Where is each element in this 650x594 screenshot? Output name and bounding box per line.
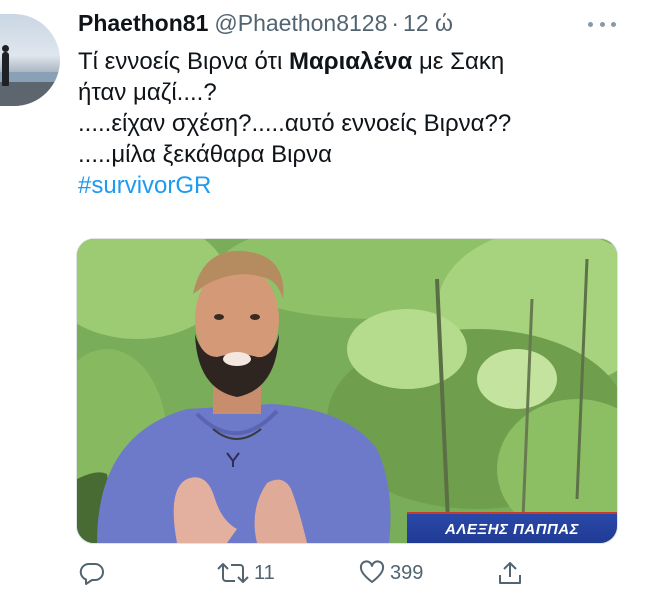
tweet[interactable]: Phaethon81 @Phaethon8128 · 12 ώ Τί εννοε… <box>0 0 650 594</box>
separator-dot: · <box>391 10 400 36</box>
like-count: 399 <box>390 561 424 584</box>
tweet-text-line-2: ήταν μαζί....? <box>78 79 217 106</box>
text-segment: με Σακη <box>412 48 505 75</box>
text-bold-name: Μαριαλένα <box>289 48 413 75</box>
reply-button[interactable] <box>78 558 106 588</box>
avatar-figure-head <box>2 45 9 52</box>
avatar-sea <box>0 72 60 82</box>
retweet-count: 11 <box>254 561 275 584</box>
tweet-time[interactable]: 12 ώ <box>403 10 453 37</box>
more-options-icon[interactable] <box>588 16 616 32</box>
share-icon <box>496 559 524 587</box>
text-segment: Τί εννοείς Βιρνα ότι <box>78 48 289 75</box>
reply-icon <box>78 559 106 587</box>
hashtag-link[interactable]: #survivorGR <box>78 170 638 201</box>
retweet-button[interactable]: 11 <box>216 558 275 588</box>
retweet-icon <box>216 559 250 587</box>
user-handle[interactable]: @Phaethon8128 <box>214 10 387 37</box>
tweet-actions: 11 399 <box>78 558 538 588</box>
media-scene <box>77 239 617 543</box>
avatar[interactable] <box>0 14 60 106</box>
like-button[interactable]: 399 <box>358 558 423 588</box>
avatar-ground <box>0 82 60 106</box>
share-button[interactable] <box>496 558 524 588</box>
heart-icon <box>358 559 386 587</box>
media-caption: ΑΛΕΞΗΣ ΠΑΠΠΑΣ <box>407 512 617 543</box>
tweet-text: Τί εννοείς Βιρνα ότι Μαριαλένα με Σακη ή… <box>78 46 638 201</box>
tweet-text-line-1: Τί εννοείς Βιρνα ότι Μαριαλένα με Σακη <box>78 46 638 77</box>
display-name[interactable]: Phaethon81 <box>78 10 208 37</box>
tweet-media-image[interactable]: ΑΛΕΞΗΣ ΠΑΠΠΑΣ <box>76 238 618 544</box>
tweet-header: Phaethon81 @Phaethon8128 · 12 ώ <box>78 10 453 38</box>
tweet-text-line-4: .....μίλα ξεκάθαρα Βιρνα <box>78 141 332 168</box>
tweet-text-line-3: .....είχαν σχέση?.....αυτό εννοείς Βιρνα… <box>78 110 512 137</box>
avatar-figure <box>2 52 9 86</box>
